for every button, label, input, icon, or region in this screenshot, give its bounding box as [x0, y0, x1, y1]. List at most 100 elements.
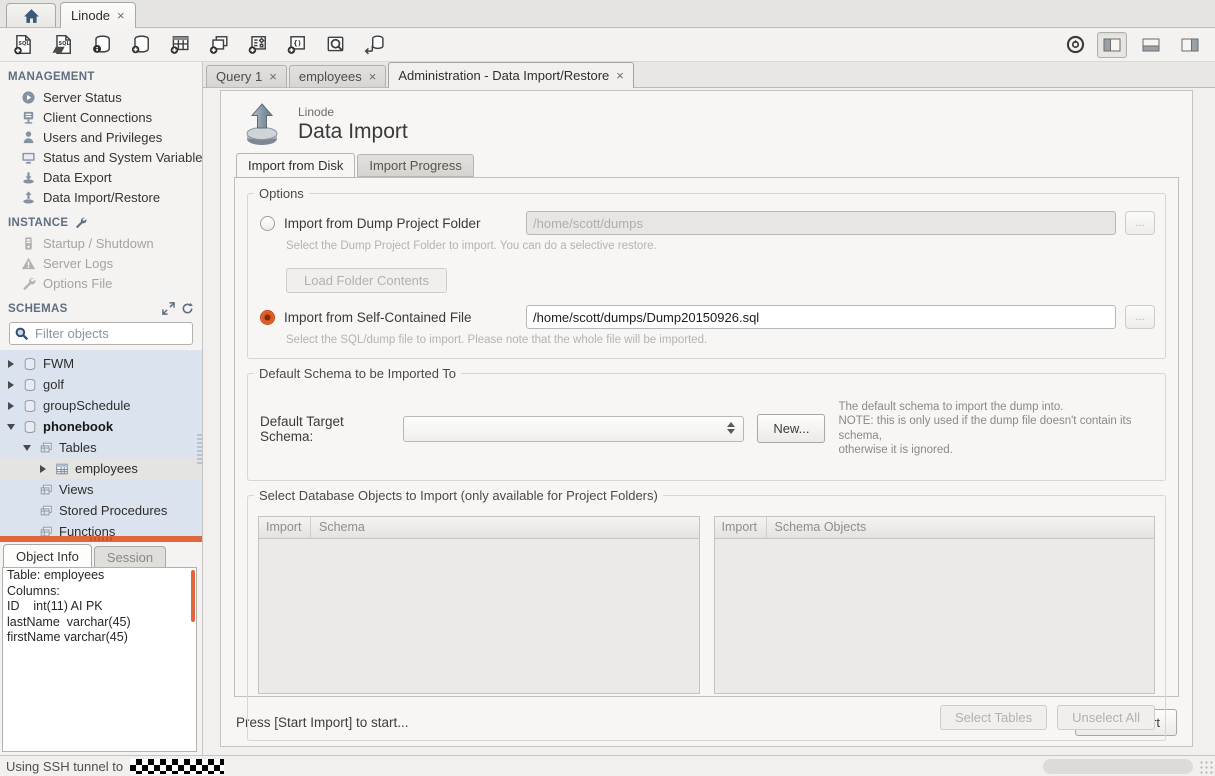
schema-filter: [9, 322, 193, 345]
sidebar-item-status-system-variables[interactable]: Status and System Variables: [0, 147, 202, 167]
schema-objects-table[interactable]: Import Schema Objects: [714, 516, 1156, 694]
search-icon: [14, 326, 29, 341]
svg-text:{): {): [293, 40, 301, 48]
sidebar-item-startup-shutdown[interactable]: Startup / Shutdown: [0, 233, 202, 253]
dump-folder-browse-button[interactable]: ...: [1125, 211, 1155, 235]
object-info-scroll-thumb[interactable]: [191, 570, 195, 622]
tab-session[interactable]: Session: [94, 546, 166, 567]
stored-procedures-folder-icon: [39, 504, 53, 518]
close-icon[interactable]: ×: [117, 9, 125, 22]
unselect-all-button[interactable]: Unselect All: [1057, 705, 1155, 730]
activity-indicator-icon: [1062, 33, 1088, 57]
toggle-left-sidebar-button[interactable]: [1097, 32, 1127, 58]
sidebar-item-data-import-restore[interactable]: Data Import/Restore: [0, 187, 202, 207]
self-contained-radio[interactable]: [260, 310, 275, 325]
refresh-schemas-icon[interactable]: [181, 302, 194, 315]
connection-name: Linode: [298, 105, 408, 119]
expander-icon[interactable]: [5, 360, 17, 368]
default-target-schema-combobox[interactable]: [403, 416, 744, 442]
schemas-table[interactable]: Import Schema: [258, 516, 700, 694]
object-info-line: firstName varchar(45): [3, 630, 196, 646]
new-view-icon[interactable]: [205, 33, 231, 57]
self-contained-browse-button[interactable]: ...: [1125, 305, 1155, 329]
self-contained-path-input[interactable]: [526, 305, 1116, 329]
tree-item-tables-folder[interactable]: Tables: [0, 437, 202, 458]
toggle-right-panel-button[interactable]: [1175, 32, 1205, 58]
schemas-title: SCHEMAS: [8, 303, 68, 315]
home-tab[interactable]: [6, 3, 56, 27]
search-objects-icon[interactable]: [322, 33, 348, 57]
sidebar-item-data-export[interactable]: Data Export: [0, 167, 202, 187]
new-schema-icon[interactable]: [127, 33, 153, 57]
sidebar-item-server-status[interactable]: Server Status: [0, 87, 202, 107]
tree-item-schema[interactable]: golf: [0, 374, 202, 395]
dump-folder-radio[interactable]: [260, 216, 275, 231]
tree-scroll-grip[interactable]: [197, 434, 202, 464]
system-variables-icon: [21, 150, 36, 165]
expander-icon[interactable]: [37, 465, 49, 473]
filter-objects-input[interactable]: [9, 322, 193, 345]
expander-icon[interactable]: [5, 381, 17, 389]
select-tables-button[interactable]: Select Tables: [940, 705, 1047, 730]
progress-pill: [1043, 759, 1193, 774]
dump-folder-path-input[interactable]: [526, 211, 1116, 235]
main-area: Query 1× employees× Administration - Dat…: [203, 62, 1215, 755]
close-icon[interactable]: ×: [616, 69, 624, 82]
sidebar-item-client-connections[interactable]: Client Connections: [0, 107, 202, 127]
dump-folder-row: Import from Dump Project Folder ...: [258, 210, 1155, 236]
data-import-icon: [240, 101, 286, 147]
main-toolbar: SQL SQL {): [0, 28, 1215, 62]
dump-folder-help: Select the Dump Project Folder to import…: [286, 240, 1155, 252]
tab-object-info[interactable]: Object Info: [3, 544, 92, 567]
tree-item-views-folder[interactable]: Views: [0, 479, 202, 500]
default-schema-note: The default schema to import the dump in…: [838, 400, 1153, 458]
tab-employees[interactable]: employees×: [289, 65, 386, 87]
expand-panel-icon[interactable]: [162, 302, 175, 315]
load-folder-contents-button[interactable]: Load Folder Contents: [286, 268, 447, 293]
tab-administration-data-import[interactable]: Administration - Data Import/Restore×: [388, 62, 634, 88]
new-schema-button[interactable]: New...: [757, 414, 825, 443]
sidebar-splitter[interactable]: [0, 536, 202, 542]
page-header: Linode Data Import: [234, 99, 1179, 153]
objects-group: Select Database Objects to Import (only …: [247, 495, 1166, 741]
instance-title: INSTANCE: [8, 217, 68, 229]
sidebar-item-server-logs[interactable]: Server Logs: [0, 253, 202, 273]
tree-item-schema[interactable]: FWM: [0, 353, 202, 374]
new-routine-icon[interactable]: [244, 33, 270, 57]
new-sql-editor-icon[interactable]: SQL: [10, 33, 36, 57]
tab-query1[interactable]: Query 1×: [206, 65, 287, 87]
sidebar-item-options-file[interactable]: Options File: [0, 273, 202, 293]
expander-icon[interactable]: [21, 445, 33, 451]
object-info-line: ID int(11) AI PK: [3, 599, 196, 615]
tab-import-from-disk[interactable]: Import from Disk: [236, 153, 355, 178]
schemas-table-body: [259, 539, 699, 693]
new-function-icon[interactable]: {): [283, 33, 309, 57]
self-contained-help: Select the SQL/dump file to import. Plea…: [286, 334, 1155, 346]
navigator-sidebar: MANAGEMENT Server Status Client Connecti…: [0, 62, 203, 755]
connection-tab[interactable]: Linode ×: [60, 2, 136, 28]
tree-item-schema[interactable]: groupSchedule: [0, 395, 202, 416]
open-sql-script-icon[interactable]: SQL: [49, 33, 75, 57]
schema-icon: [23, 378, 37, 392]
editor-tab-bar: Query 1× employees× Administration - Dat…: [203, 62, 1215, 88]
expander-icon[interactable]: [5, 402, 17, 410]
resize-grip-icon[interactable]: [1199, 760, 1214, 775]
db-info-icon[interactable]: [88, 33, 114, 57]
new-table-icon[interactable]: [166, 33, 192, 57]
expander-icon[interactable]: [5, 424, 17, 430]
reconnect-db-icon[interactable]: [361, 33, 387, 57]
close-icon[interactable]: ×: [269, 70, 277, 83]
tab-import-progress[interactable]: Import Progress: [357, 154, 473, 177]
tree-item-schema-phonebook[interactable]: phonebook: [0, 416, 202, 437]
svg-text:SQL: SQL: [58, 41, 70, 47]
toggle-bottom-panel-button[interactable]: [1136, 32, 1166, 58]
close-icon[interactable]: ×: [369, 70, 377, 83]
users-icon: [21, 130, 36, 145]
tree-item-stored-procedures-folder[interactable]: Stored Procedures: [0, 500, 202, 521]
tree-item-functions-folder[interactable]: Functions: [0, 521, 202, 536]
tree-item-table-employees[interactable]: employees: [0, 458, 202, 479]
object-info-line: Table: employees: [3, 568, 196, 584]
options-group: Options Import from Dump Project Folder …: [247, 193, 1166, 359]
sidebar-item-users-privileges[interactable]: Users and Privileges: [0, 127, 202, 147]
default-schema-legend: Default Schema to be Imported To: [254, 366, 461, 381]
